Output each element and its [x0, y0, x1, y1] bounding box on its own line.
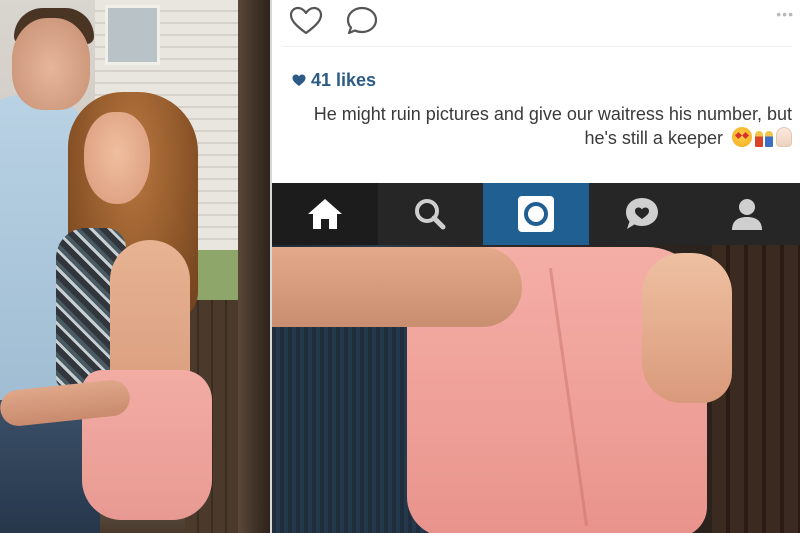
couple-photo: [0, 0, 270, 533]
nav-profile[interactable]: [694, 183, 800, 245]
caption-text: He might ruin pictures and give our wait…: [313, 104, 792, 148]
likes-text: 41 likes: [311, 70, 377, 90]
post-caption: He might ruin pictures and give our wait…: [287, 102, 792, 150]
search-icon: [415, 199, 446, 230]
profile-icon: [732, 199, 763, 230]
man-face: [12, 18, 90, 110]
ok-hand-emoji: [776, 127, 792, 147]
bottom-nav: [272, 183, 800, 245]
zoomed-arm: [272, 247, 522, 327]
heart-outline-icon: [289, 6, 323, 35]
meme-screenshot: ••• 41 likes He might ruin pictures and …: [0, 0, 800, 533]
zoomed-photo: [272, 245, 800, 533]
nav-explore[interactable]: [378, 183, 484, 245]
nav-activity[interactable]: [589, 183, 695, 245]
post-actions: [288, 4, 380, 38]
heart-filled-icon: [292, 74, 306, 86]
porch-post: [238, 0, 270, 533]
heart-bubble-icon: [625, 198, 658, 229]
post-divider: [282, 46, 792, 47]
couple-emoji: [754, 127, 774, 147]
caption-emojis: [732, 127, 792, 147]
more-options-button[interactable]: •••: [776, 6, 794, 22]
heart-eyes-emoji: [732, 127, 752, 147]
zoomed-hand: [642, 253, 732, 403]
comment-button[interactable]: [344, 4, 380, 38]
likes-count[interactable]: 41 likes: [292, 70, 376, 91]
nav-camera[interactable]: [483, 183, 589, 245]
nav-home[interactable]: [272, 183, 378, 245]
comment-bubble-icon: [346, 6, 378, 35]
woman-face: [84, 112, 150, 204]
like-button[interactable]: [288, 4, 324, 38]
camera-icon: [517, 196, 554, 232]
instagram-post: ••• 41 likes He might ruin pictures and …: [272, 0, 800, 183]
house-window: [105, 5, 160, 65]
home-icon: [307, 199, 342, 229]
